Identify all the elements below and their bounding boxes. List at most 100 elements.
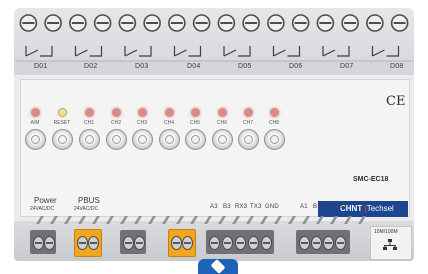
label-ch2: CH2 (110, 120, 121, 126)
top-terminal-screw[interactable] (217, 14, 236, 32)
analog-terminal-screw[interactable] (299, 236, 310, 250)
relay-label-d03: D03 (135, 63, 149, 70)
housing-rib (246, 216, 254, 224)
serial-label-a3: A3 (210, 204, 218, 210)
analog-label-b2: B2 (339, 204, 347, 210)
ch4-button[interactable] (159, 129, 180, 150)
led-ch3 (138, 108, 147, 117)
led-ch6 (218, 108, 227, 117)
top-terminal-screw[interactable] (267, 14, 285, 32)
top-terminal-screw[interactable] (316, 14, 335, 32)
top-screw-terminals (19, 14, 409, 32)
relay-contact-icon (223, 46, 251, 57)
pbus-terminal-screw[interactable] (88, 236, 99, 250)
housing-rib (64, 216, 72, 224)
housing-rib (134, 216, 142, 224)
analog-terminal-screw[interactable] (311, 236, 322, 250)
top-terminal-screw[interactable] (168, 14, 186, 32)
am-button[interactable] (25, 129, 46, 150)
serial-label-gnd: GND (265, 204, 279, 210)
housing-rib (50, 216, 58, 224)
top-terminal-screw[interactable] (291, 14, 310, 32)
relay-label-d02: D02 (84, 63, 98, 70)
top-terminal-screw[interactable] (341, 14, 359, 32)
relay-label-band (14, 62, 414, 75)
label-ch6: CH6 (216, 120, 227, 126)
serial-label-b3: B3 (223, 204, 231, 210)
ch5-button[interactable] (185, 129, 206, 150)
power-terminal-screw[interactable] (33, 236, 44, 250)
serial-terminal-screw[interactable] (261, 236, 272, 250)
relay-contact-icon (371, 46, 400, 57)
ch7-button[interactable] (238, 129, 259, 150)
analog-label-b1: B1 (313, 204, 321, 210)
relay-contact-icon (25, 46, 53, 57)
label-ch4: CH4 (163, 120, 174, 126)
housing-rib (162, 216, 170, 224)
top-terminal-screw[interactable] (192, 14, 211, 32)
top-terminal-screw[interactable] (390, 14, 409, 32)
label-ch1: CH1 (83, 120, 94, 126)
relay-label-d05: D05 (238, 63, 252, 70)
housing-rib (148, 216, 156, 224)
housing-rib (176, 216, 184, 224)
bus-terminal-screw[interactable] (182, 236, 193, 250)
housing-rib (358, 216, 366, 224)
analog-terminal-screw[interactable] (335, 236, 346, 250)
housing-rib (120, 216, 128, 224)
ce-mark: CE (386, 94, 406, 109)
housing-rib (190, 216, 198, 224)
ch8-button[interactable] (264, 129, 285, 150)
ch2-button[interactable] (106, 129, 127, 150)
top-terminal-screw[interactable] (44, 14, 62, 32)
ch6-button[interactable] (212, 129, 233, 150)
relay-label-d08: D08 (390, 63, 404, 70)
power-terminal-screw[interactable] (44, 236, 55, 250)
serial-terminal-screw[interactable] (222, 236, 233, 250)
led-am (31, 108, 40, 117)
housing-rib (218, 216, 226, 224)
aux-terminal-screw[interactable] (134, 236, 145, 250)
ch1-button[interactable] (79, 129, 100, 150)
housing-rib (232, 216, 240, 224)
network-icon (383, 239, 397, 250)
label-ch7: CH7 (242, 120, 253, 126)
led-ch8 (270, 108, 279, 117)
relay-label-d01: D01 (34, 63, 48, 70)
relay-label-d07: D07 (340, 63, 354, 70)
analog-terminal-screw[interactable] (323, 236, 334, 250)
brand-logo: CHNT |Techsel (340, 204, 394, 213)
serial-label-rx3: RX3 (235, 204, 248, 210)
relay-contact-icon (173, 46, 202, 57)
housing-rib (36, 216, 44, 224)
model-number: SMC-EC18 (353, 176, 389, 183)
bus-terminal-screw[interactable] (171, 236, 182, 250)
housing-rib (330, 216, 338, 224)
housing-rib (344, 216, 352, 224)
top-terminal-screw[interactable] (69, 14, 87, 32)
aux-terminal-screw[interactable] (123, 236, 134, 250)
power-rating: 24VAC/DC (30, 206, 55, 212)
reset-button[interactable] (52, 129, 73, 150)
top-terminal-screw[interactable] (93, 14, 112, 32)
ch3-button[interactable] (132, 129, 153, 150)
housing-rib (78, 216, 86, 224)
serial-terminal-screw[interactable] (209, 236, 220, 250)
relay-contact-icon (124, 46, 152, 57)
label-ch3: CH3 (136, 120, 147, 126)
housing-rib (92, 216, 100, 224)
pbus-rating: 24VAC/DC (74, 206, 99, 212)
top-terminal-screw[interactable] (118, 14, 137, 32)
serial-terminal-screw[interactable] (235, 236, 246, 250)
housing-rib (274, 216, 282, 224)
power-title: Power (34, 196, 57, 205)
top-terminal-screw[interactable] (366, 14, 384, 32)
serial-terminal-screw[interactable] (248, 236, 259, 250)
pbus-terminal-screw[interactable] (77, 236, 88, 250)
label-reset: RESET (53, 120, 71, 126)
top-terminal-screw[interactable] (143, 14, 161, 32)
led-ch1 (85, 108, 94, 117)
top-terminal-screw[interactable] (19, 14, 38, 32)
top-terminal-screw[interactable] (242, 14, 260, 32)
relay-label-d06: D06 (289, 63, 303, 70)
